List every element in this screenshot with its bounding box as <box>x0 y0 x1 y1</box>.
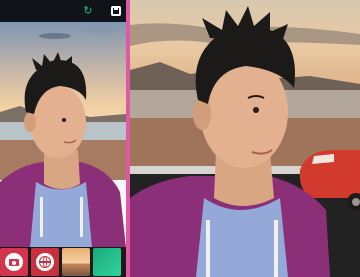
save-icon[interactable] <box>110 5 122 17</box>
beach-background-thumb[interactable] <box>62 248 90 276</box>
globe-icon <box>36 253 54 271</box>
app-thumb[interactable] <box>93 248 121 276</box>
photo-preview <box>0 22 126 248</box>
app-toolbar: ↻ <box>0 0 130 22</box>
refresh-icon[interactable]: ↻ <box>82 5 94 17</box>
background-picker <box>0 247 126 277</box>
globe-thumb[interactable] <box>31 248 59 276</box>
camera-thumb[interactable] <box>0 248 28 276</box>
camera-icon <box>5 253 23 271</box>
screenshot: ↻ <box>0 0 360 277</box>
phone-app-screen: ↻ <box>0 0 130 277</box>
composite-photo <box>130 0 360 277</box>
